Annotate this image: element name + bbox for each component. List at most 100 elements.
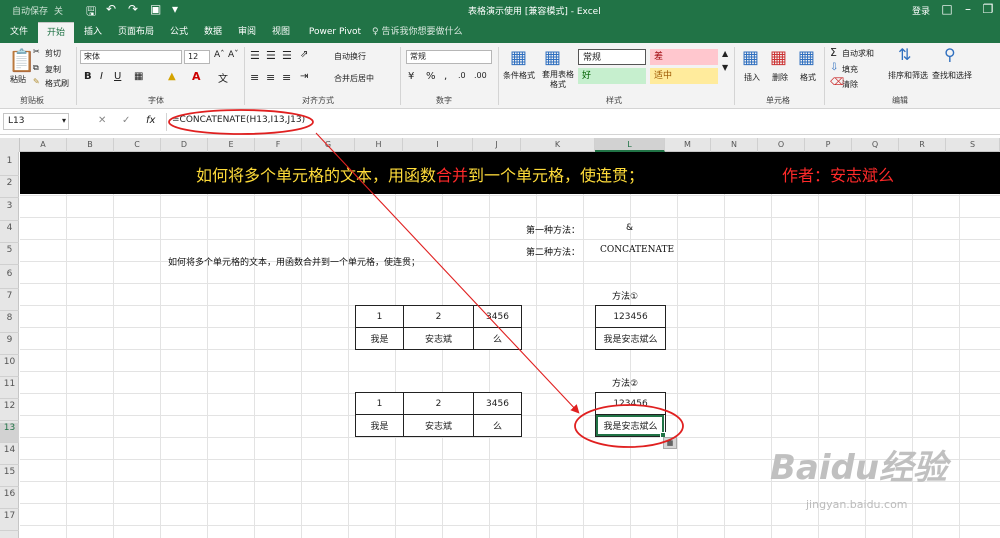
percent-icon[interactable]: % [426,71,436,82]
column-header[interactable]: M [665,138,711,152]
tab-home[interactable]: 开始 [38,22,74,43]
decrease-font-icon[interactable]: Aˇ [228,50,239,60]
column-header[interactable]: Q [852,138,899,152]
orientation-icon[interactable]: ⇗ [300,49,308,60]
styles-scroll-down-icon[interactable]: ▼ [722,63,728,72]
cell-j8[interactable]: 3456 [473,305,522,328]
column-header[interactable]: O [758,138,805,152]
style-bad[interactable]: 差 [650,49,718,65]
row-header[interactable]: 15 [0,467,19,487]
cell-l9[interactable]: 我是安志斌么 [595,327,666,350]
active-cell-selection[interactable] [596,415,666,438]
format-cells-button[interactable]: 格式 [800,72,816,83]
cell-i9[interactable]: 安志斌 [403,327,474,350]
row-header[interactable]: 4 [0,223,19,243]
row-header[interactable]: 17 [0,511,19,531]
underline-icon[interactable]: U [114,71,121,82]
find-select-button[interactable]: 查找和选择 [932,70,972,81]
conditional-format-icon[interactable]: ▦ [510,47,527,68]
column-header[interactable]: I [403,138,473,152]
column-header[interactable]: K [521,138,595,152]
increase-decimal-icon[interactable]: .0 [458,71,466,80]
row-header[interactable]: 2 [0,178,19,198]
cell-i13[interactable]: 安志斌 [403,414,474,437]
insert-function-icon[interactable]: fx [146,115,155,126]
cut-button[interactable]: 剪切 [45,48,61,59]
minimize-icon[interactable]: – [958,2,978,16]
sort-filter-button[interactable]: 排序和筛选 [888,70,928,81]
tab-view[interactable]: 视图 [266,22,296,43]
comma-style-icon[interactable]: , [444,71,447,82]
select-all-corner[interactable] [0,138,20,152]
row-header[interactable]: 11 [0,379,19,399]
style-neutral[interactable]: 适中 [650,68,718,84]
fill-color-icon[interactable]: ▲ [168,71,176,82]
italic-icon[interactable]: I [100,71,103,82]
cancel-icon[interactable]: ✕ [98,115,106,126]
column-header[interactable]: F [255,138,302,152]
cell-j12[interactable]: 3456 [473,392,522,415]
insert-cells-icon[interactable]: ▦ [742,47,759,68]
tab-review[interactable]: 审阅 [232,22,262,43]
paste-button[interactable]: 粘贴 [10,74,26,85]
customize-toolbar-icon[interactable]: ▾ [172,2,178,16]
autosum-icon[interactable]: Σ [830,46,837,59]
merge-center-button[interactable]: 合并后居中 [334,73,374,84]
column-header-selected[interactable]: L [595,138,665,152]
row-header[interactable]: 1 [0,156,19,176]
row-header[interactable]: 3 [0,201,19,221]
currency-icon[interactable]: ¥ [408,71,414,82]
cell-h9[interactable]: 我是 [355,327,404,350]
cell-h13[interactable]: 我是 [355,414,404,437]
column-header[interactable]: J [473,138,521,152]
format-as-table-button[interactable]: 套用表格格式 [540,70,576,90]
column-header[interactable]: C [114,138,161,152]
clear-button[interactable]: 清除 [842,79,858,90]
cell-i12[interactable]: 2 [403,392,474,415]
autosum-button[interactable]: 自动求和 [842,48,874,59]
name-box-dropdown-icon[interactable]: ▾ [62,116,66,125]
format-painter-icon[interactable]: ✎ [33,77,40,86]
row-header[interactable]: 7 [0,291,19,311]
tab-page-layout[interactable]: 页面布局 [112,22,160,43]
tab-power-pivot[interactable]: Power Pivot [302,22,368,43]
restore-icon[interactable]: ❐ [978,2,998,16]
cell-l8[interactable]: 123456 [595,305,666,328]
style-good[interactable]: 好 [578,68,646,84]
redo-icon[interactable]: ↷ [128,2,138,16]
cell-i8[interactable]: 2 [403,305,474,328]
insert-cells-button[interactable]: 插入 [744,72,760,83]
column-header[interactable]: A [20,138,67,152]
formula-input[interactable]: =CONCATENATE(H13,I13,J13) [172,115,305,125]
borders-icon[interactable]: ▦ [134,71,143,82]
cell-l12[interactable]: 123456 [595,392,666,415]
cut-icon[interactable]: ✂ [33,47,40,56]
tab-formulas[interactable]: 公式 [164,22,194,43]
column-header[interactable]: H [355,138,403,152]
delete-cells-button[interactable]: 删除 [772,72,788,83]
tell-me-search[interactable]: ♀ 告诉我你想要做什么 [372,22,462,43]
phonetic-icon[interactable]: 文 [218,70,228,85]
copy-button[interactable]: 复制 [45,64,61,75]
login-link[interactable]: 登录 [912,4,930,17]
banner-merged-cell[interactable]: 如何将多个单元格的文本，用函数合并到一个单元格，使连贯； 作者：安志斌么 [20,152,1000,194]
fill-button[interactable]: 填充 [842,64,858,75]
column-header[interactable]: D [161,138,208,152]
column-header[interactable]: B [67,138,114,152]
format-painter-button[interactable]: 格式刷 [45,78,69,89]
align-middle-icon[interactable]: ☰ [266,49,276,62]
cell-j13[interactable]: 么 [473,414,522,437]
column-header[interactable]: S [946,138,1000,152]
save-icon[interactable]: 🖫 [86,2,96,23]
align-bottom-icon[interactable]: ☰ [282,49,292,62]
styles-scroll-up-icon[interactable]: ▲ [722,49,728,58]
column-header[interactable]: G [302,138,355,152]
row-header[interactable]: 10 [0,357,19,377]
align-top-icon[interactable]: ☰ [250,49,260,62]
style-normal[interactable]: 常规 [578,49,646,65]
decrease-decimal-icon[interactable]: .00 [474,71,487,80]
autosave-state[interactable]: 关 [54,4,63,17]
row-header-selected[interactable]: 13 [0,423,19,443]
print-preview-icon[interactable]: ▣ [150,2,161,16]
number-format-select[interactable]: 常规 [406,50,492,64]
